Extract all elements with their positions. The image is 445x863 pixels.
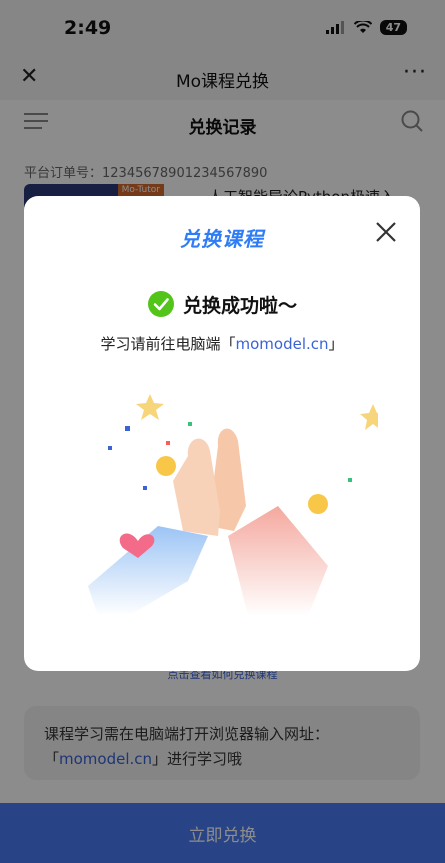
sub-link[interactable]: momodel.cn bbox=[235, 335, 328, 353]
check-circle-icon bbox=[147, 291, 174, 317]
sub-text-after: 」 bbox=[328, 335, 344, 353]
success-row: 兑换成功啦～ bbox=[24, 290, 420, 318]
success-message: 兑换成功啦～ bbox=[182, 294, 297, 317]
sub-text: 学习请前往电脑端「momodel.cn」 bbox=[24, 333, 420, 354]
redeem-modal: 兑换课程 兑换成功啦～ 学习请前往电脑端「momodel.cn」 bbox=[24, 196, 420, 671]
modal-title: 兑换课程 bbox=[180, 227, 264, 251]
close-icon[interactable] bbox=[374, 220, 398, 244]
high-five-illustration bbox=[88, 394, 378, 616]
sub-text-before: 学习请前往电脑端「 bbox=[100, 335, 236, 353]
